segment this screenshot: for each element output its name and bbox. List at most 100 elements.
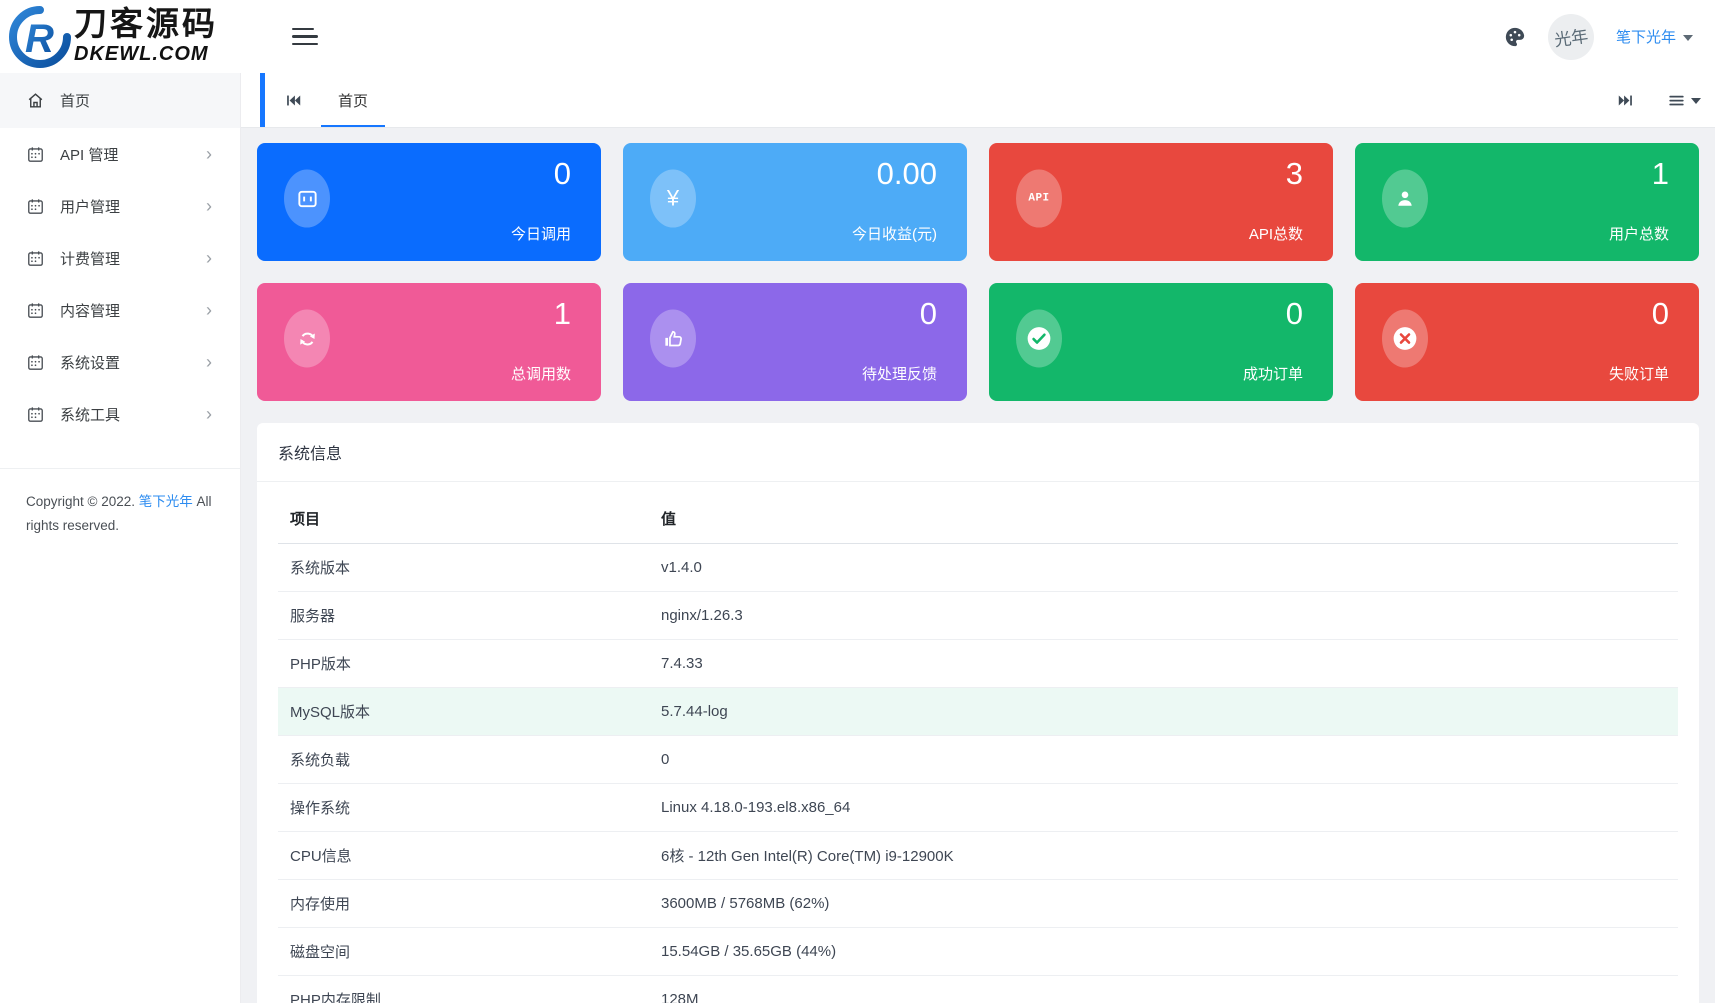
stat-card-5: 0 待处理反馈 bbox=[623, 283, 967, 401]
sidebar-item-1[interactable]: API 管理 › bbox=[0, 128, 240, 180]
table-cell-value: 6核 - 12th Gen Intel(R) Core(TM) i9-12900… bbox=[649, 832, 1678, 880]
brand-subtitle: DKEWL.COM bbox=[74, 44, 218, 64]
stat-value: 1 bbox=[554, 296, 571, 332]
table-cell-value: Linux 4.18.0-193.el8.x86_64 bbox=[649, 784, 1678, 832]
home-icon bbox=[25, 91, 45, 111]
hamburger-menu-icon[interactable] bbox=[292, 28, 318, 46]
table-cell-item: 操作系统 bbox=[278, 784, 649, 832]
stat-value: 0 bbox=[1652, 296, 1669, 332]
table-row: 磁盘空间 15.54GB / 35.65GB (44%) bbox=[278, 928, 1678, 976]
table-row: 系统负载 0 bbox=[278, 736, 1678, 784]
table-cell-item: PHP版本 bbox=[278, 640, 649, 688]
panel-body: 项目 值 系统版本 v1.4.0 服务器 nginx/1.26.3 PHP版本 … bbox=[257, 482, 1699, 1003]
thumbs-up-icon bbox=[650, 310, 696, 368]
sidebar-item-2[interactable]: 用户管理 › bbox=[0, 180, 240, 232]
stat-card-2: API 3 API总数 bbox=[989, 143, 1333, 261]
calendar-icon bbox=[25, 404, 45, 424]
table-header-row: 项目 值 bbox=[278, 494, 1678, 544]
table-row: 服务器 nginx/1.26.3 bbox=[278, 592, 1678, 640]
sidebar-item-4[interactable]: 内容管理 › bbox=[0, 284, 240, 336]
palette-icon[interactable] bbox=[1504, 26, 1526, 48]
dashboard-content: 0 今日调用 ¥ 0.00 今日收益(元) API 3 API总数 1 用户总数… bbox=[241, 128, 1715, 1003]
table-cell-item: 服务器 bbox=[278, 592, 649, 640]
copyright-prefix: Copyright © 2022. bbox=[26, 494, 135, 509]
tab-scroll-right-icon[interactable] bbox=[1597, 73, 1653, 127]
tabbar-spacer bbox=[385, 73, 1597, 127]
system-info-panel: 系统信息 项目 值 系统版本 v1.4.0 服务器 nginx/1.2 bbox=[257, 423, 1699, 1003]
stat-label: 失败订单 bbox=[1609, 363, 1669, 384]
sidebar-item-label: 首页 bbox=[60, 90, 90, 111]
copyright: Copyright © 2022. 笔下光年 All rights reserv… bbox=[0, 469, 240, 539]
stat-card-7: 0 失败订单 bbox=[1355, 283, 1699, 401]
calls-icon bbox=[284, 170, 330, 228]
table-cell-value: 0 bbox=[649, 736, 1678, 784]
chevron-right-icon: › bbox=[206, 301, 212, 319]
calendar-icon bbox=[25, 248, 45, 268]
x-circle-icon bbox=[1382, 310, 1428, 368]
sidebar-item-5[interactable]: 系统设置 › bbox=[0, 336, 240, 388]
calendar-icon bbox=[25, 196, 45, 216]
table-cell-value: 128M bbox=[649, 976, 1678, 1003]
yen-icon: ¥ bbox=[650, 170, 696, 228]
system-info-table: 项目 值 系统版本 v1.4.0 服务器 nginx/1.26.3 PHP版本 … bbox=[278, 494, 1678, 1003]
table-header-item: 项目 bbox=[278, 494, 649, 544]
sidebar-item-label: 内容管理 bbox=[60, 300, 120, 321]
tab-scroll-left-icon[interactable] bbox=[265, 73, 321, 127]
brand-logo[interactable]: R 刀客源码 DKEWL.COM bbox=[0, 0, 258, 73]
stat-value: 0.00 bbox=[877, 156, 937, 192]
stat-value: 0 bbox=[920, 296, 937, 332]
stat-card-1: ¥ 0.00 今日收益(元) bbox=[623, 143, 967, 261]
stat-card-3: 1 用户总数 bbox=[1355, 143, 1699, 261]
stat-card-0: 0 今日调用 bbox=[257, 143, 601, 261]
copyright-link[interactable]: 笔下光年 bbox=[139, 494, 193, 509]
user-dropdown[interactable]: 笔下光年 bbox=[1616, 26, 1693, 47]
check-circle-icon bbox=[1016, 310, 1062, 368]
avatar[interactable]: 光年 bbox=[1548, 14, 1594, 60]
table-cell-value: 15.54GB / 35.65GB (44%) bbox=[649, 928, 1678, 976]
user-name-label: 笔下光年 bbox=[1616, 26, 1676, 47]
header-right: 光年 笔下光年 bbox=[1504, 14, 1715, 60]
svg-text:R: R bbox=[25, 17, 54, 61]
table-row: PHP版本 7.4.33 bbox=[278, 640, 1678, 688]
stat-value: 3 bbox=[1286, 156, 1303, 192]
caret-down-icon bbox=[1691, 98, 1701, 104]
avatar-text: 光年 bbox=[1552, 22, 1589, 51]
tab-home-label: 首页 bbox=[338, 90, 368, 111]
table-row: MySQL版本 5.7.44-log bbox=[278, 688, 1678, 736]
table-cell-item: 内存使用 bbox=[278, 880, 649, 928]
table-cell-item: PHP内存限制 bbox=[278, 976, 649, 1003]
table-cell-value: 3600MB / 5768MB (62%) bbox=[649, 880, 1678, 928]
panel-title: 系统信息 bbox=[257, 423, 1699, 482]
stat-label: 今日调用 bbox=[511, 223, 571, 244]
chevron-right-icon: › bbox=[206, 145, 212, 163]
stat-label: 总调用数 bbox=[511, 363, 571, 384]
tab-home[interactable]: 首页 bbox=[321, 73, 385, 127]
app-header: R 刀客源码 DKEWL.COM 光年 笔下光年 bbox=[0, 0, 1715, 73]
table-cell-value: 5.7.44-log bbox=[649, 688, 1678, 736]
calendar-icon bbox=[25, 144, 45, 164]
sidebar-menu: 首页 API 管理 › 用户管理 › 计费管理 › 内容管理 › 系统设置 › … bbox=[0, 73, 240, 440]
table-cell-value: 7.4.33 bbox=[649, 640, 1678, 688]
table-row: 内存使用 3600MB / 5768MB (62%) bbox=[278, 880, 1678, 928]
sidebar-item-label: API 管理 bbox=[60, 144, 118, 165]
sidebar-item-3[interactable]: 计费管理 › bbox=[0, 232, 240, 284]
chevron-right-icon: › bbox=[206, 353, 212, 371]
stat-label: 用户总数 bbox=[1609, 223, 1669, 244]
sidebar-item-6[interactable]: 系统工具 › bbox=[0, 388, 240, 440]
calendar-icon bbox=[25, 352, 45, 372]
brand-text: 刀客源码 DKEWL.COM bbox=[74, 9, 218, 64]
chevron-right-icon: › bbox=[206, 249, 212, 267]
table-cell-item: 系统版本 bbox=[278, 544, 649, 592]
stat-label: 今日收益(元) bbox=[852, 223, 937, 244]
brand-emblem-icon: R bbox=[8, 5, 72, 69]
table-cell-value: v1.4.0 bbox=[649, 544, 1678, 592]
table-row: 系统版本 v1.4.0 bbox=[278, 544, 1678, 592]
sidebar-item-label: 系统设置 bbox=[60, 352, 120, 373]
sidebar-item-home[interactable]: 首页 bbox=[0, 73, 240, 128]
app-root: R 刀客源码 DKEWL.COM 光年 笔下光年 bbox=[0, 0, 1715, 1003]
caret-down-icon bbox=[1683, 35, 1693, 41]
stat-label: API总数 bbox=[1249, 223, 1303, 244]
tab-list-menu-icon[interactable] bbox=[1653, 73, 1715, 127]
sidebar-item-label: 计费管理 bbox=[60, 248, 120, 269]
stat-value: 0 bbox=[554, 156, 571, 192]
